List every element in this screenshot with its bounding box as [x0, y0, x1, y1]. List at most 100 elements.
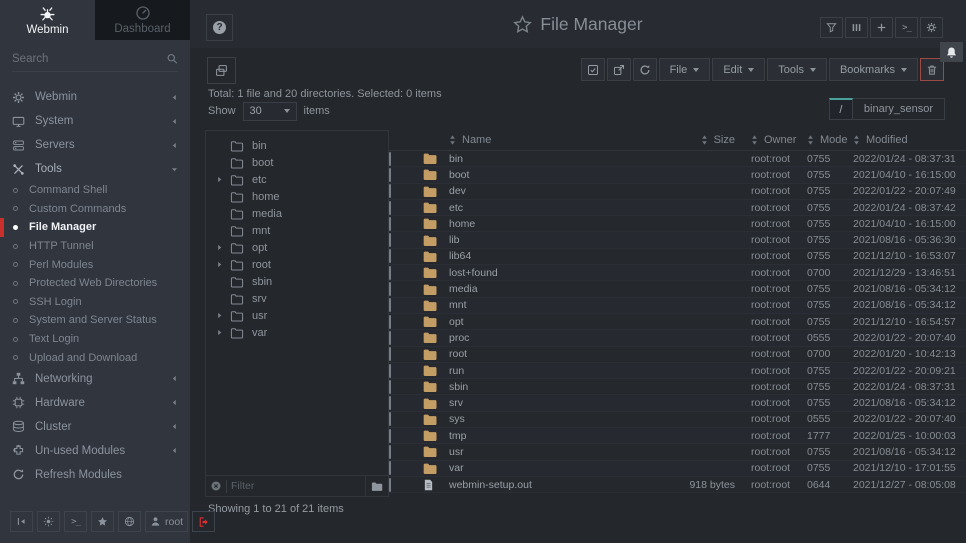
row-checkbox[interactable]: [389, 380, 391, 394]
favorites-button[interactable]: [91, 511, 114, 532]
file-name[interactable]: dev: [449, 185, 620, 197]
add-button[interactable]: [870, 17, 893, 38]
file-name[interactable]: opt: [449, 316, 620, 328]
table-row[interactable]: run root:root 0755 2022/01/22 - 20:09:21: [389, 363, 966, 379]
sidebar-item-unused-modules[interactable]: Un-used Modules: [0, 439, 190, 463]
tree-item[interactable]: mnt: [206, 222, 388, 239]
sidebar-item-hardware[interactable]: Hardware: [0, 391, 190, 415]
row-checkbox[interactable]: [389, 461, 391, 475]
bookmarks-menu-button[interactable]: Bookmarks: [829, 58, 918, 81]
expand-caret-icon[interactable]: [214, 312, 224, 319]
settings-button[interactable]: [920, 17, 943, 38]
theme-button[interactable]: [37, 511, 60, 532]
file-name[interactable]: usr: [449, 446, 620, 458]
file-name[interactable]: lib: [449, 234, 620, 246]
tree-item[interactable]: root: [206, 256, 388, 273]
breadcrumb-segment[interactable]: binary_sensor: [853, 98, 945, 120]
sidebar-item-system[interactable]: System: [0, 109, 190, 133]
row-checkbox[interactable]: [389, 249, 391, 263]
file-name[interactable]: boot: [449, 169, 620, 181]
logout-button[interactable]: [192, 511, 215, 532]
file-name[interactable]: lib64: [449, 250, 620, 262]
tools-menu-button[interactable]: Tools: [767, 58, 827, 81]
table-row[interactable]: dev root:root 0755 2022/01/22 - 20:07:49: [389, 184, 966, 200]
table-row[interactable]: sys root:root 0555 2022/01/22 - 20:07:40: [389, 412, 966, 428]
clear-filter-icon[interactable]: [210, 480, 222, 492]
user-button[interactable]: root: [145, 511, 188, 532]
row-checkbox[interactable]: [389, 168, 391, 182]
tree-item[interactable]: srv: [206, 290, 388, 307]
column-header-mode[interactable]: Mode: [807, 134, 853, 146]
star-outline-icon[interactable]: [513, 15, 532, 34]
column-header-name[interactable]: Name: [449, 134, 620, 146]
sidebar-subitem[interactable]: SSH Login: [0, 293, 190, 312]
tree-folder-button[interactable]: [365, 476, 388, 496]
row-checkbox[interactable]: [389, 331, 391, 345]
table-row[interactable]: var root:root 0755 2021/12/10 - 17:01:55: [389, 461, 966, 477]
sidebar-subitem[interactable]: File Manager: [0, 218, 190, 237]
edit-menu-button[interactable]: Edit: [712, 58, 765, 81]
refresh-list-button[interactable]: [633, 58, 657, 81]
file-menu-button[interactable]: File: [659, 58, 711, 81]
file-name[interactable]: home: [449, 218, 620, 230]
select-view-button[interactable]: [207, 57, 236, 84]
file-name[interactable]: mnt: [449, 299, 620, 311]
row-checkbox[interactable]: [389, 364, 391, 378]
sidebar-subitem[interactable]: Perl Modules: [0, 255, 190, 274]
file-name[interactable]: proc: [449, 332, 620, 344]
tab-dashboard[interactable]: Dashboard: [95, 0, 190, 40]
tree-item[interactable]: usr: [206, 307, 388, 324]
columns-button[interactable]: [845, 17, 868, 38]
table-row[interactable]: opt root:root 0755 2021/12/10 - 16:54:57: [389, 314, 966, 330]
collapse-sidebar-button[interactable]: [10, 511, 33, 532]
table-row[interactable]: root root:root 0700 2022/01/20 - 10:42:1…: [389, 347, 966, 363]
file-name[interactable]: run: [449, 365, 620, 377]
table-row[interactable]: lib root:root 0755 2021/08/16 - 05:36:30: [389, 232, 966, 248]
row-checkbox[interactable]: [389, 396, 391, 410]
row-checkbox[interactable]: [389, 315, 391, 329]
table-row[interactable]: etc root:root 0755 2022/01/24 - 08:37:42: [389, 200, 966, 216]
sidebar-subitem[interactable]: Protected Web Directories: [0, 274, 190, 293]
tree-item[interactable]: opt: [206, 239, 388, 256]
expand-caret-icon[interactable]: [214, 329, 224, 336]
table-row[interactable]: srv root:root 0755 2021/08/16 - 05:34:12: [389, 395, 966, 411]
table-row[interactable]: boot root:root 0755 2021/04/10 - 16:15:0…: [389, 167, 966, 183]
table-row[interactable]: lost+found root:root 0700 2021/12/29 - 1…: [389, 265, 966, 281]
table-row[interactable]: home root:root 0755 2021/04/10 - 16:15:0…: [389, 216, 966, 232]
file-name[interactable]: etc: [449, 202, 620, 214]
tree-item[interactable]: bin: [206, 137, 388, 154]
row-checkbox[interactable]: [389, 217, 391, 231]
tree-item[interactable]: home: [206, 188, 388, 205]
export-button[interactable]: [607, 58, 631, 81]
tree-filter-input[interactable]: [227, 480, 365, 492]
file-name[interactable]: webmin-setup.out: [449, 479, 620, 491]
sidebar-subitem[interactable]: Custom Commands: [0, 200, 190, 219]
file-name[interactable]: root: [449, 348, 620, 360]
breadcrumb-root[interactable]: /: [829, 98, 853, 120]
table-row[interactable]: mnt root:root 0755 2021/08/16 - 05:34:12: [389, 298, 966, 314]
file-name[interactable]: bin: [449, 153, 620, 165]
row-checkbox[interactable]: [389, 478, 391, 492]
console-button[interactable]: >_: [895, 17, 918, 38]
row-checkbox[interactable]: [389, 152, 391, 166]
sidebar-subitem[interactable]: Command Shell: [0, 181, 190, 200]
file-name[interactable]: sys: [449, 413, 620, 425]
select-all-button[interactable]: [581, 58, 605, 81]
table-row[interactable]: tmp root:root 1777 2022/01/25 - 10:00:03: [389, 428, 966, 444]
column-header-owner[interactable]: Owner: [735, 134, 807, 146]
file-name[interactable]: media: [449, 283, 620, 295]
table-row[interactable]: webmin-setup.out 918 bytes root:root 064…: [389, 477, 966, 493]
filter-button[interactable]: [820, 17, 843, 38]
tree-item[interactable]: media: [206, 205, 388, 222]
sidebar-subitem[interactable]: Upload and Download: [0, 348, 190, 367]
language-button[interactable]: [118, 511, 141, 532]
row-checkbox[interactable]: [389, 201, 391, 215]
file-name[interactable]: tmp: [449, 430, 620, 442]
sidebar-subitem[interactable]: HTTP Tunnel: [0, 237, 190, 256]
search-input[interactable]: [12, 53, 166, 65]
file-name[interactable]: var: [449, 462, 620, 474]
row-checkbox[interactable]: [389, 298, 391, 312]
row-checkbox[interactable]: [389, 184, 391, 198]
tab-webmin[interactable]: Webmin: [0, 0, 95, 40]
sidebar-item-servers[interactable]: Servers: [0, 133, 190, 157]
